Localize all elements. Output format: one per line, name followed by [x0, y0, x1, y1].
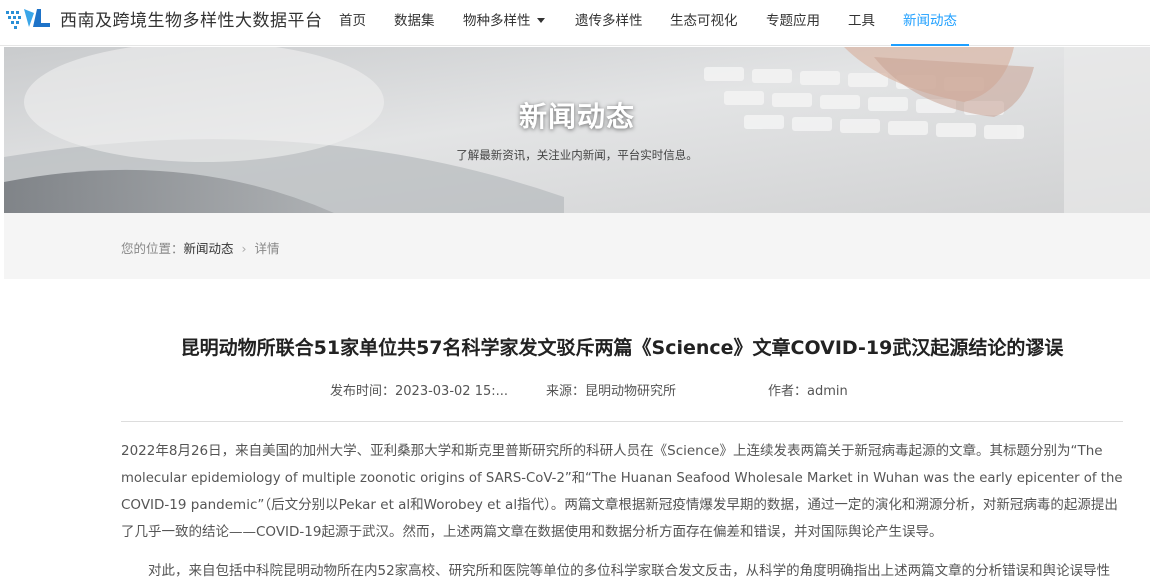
- article-divider: [121, 421, 1123, 422]
- nav-datasets[interactable]: 数据集: [394, 0, 435, 46]
- breadcrumb-bar: 您的位置：新闻动态 › 详情: [4, 213, 1150, 279]
- article-author: 作者：admin: [768, 380, 848, 399]
- nav-tools[interactable]: 工具: [848, 0, 875, 46]
- nav-species-diversity[interactable]: 物种多样性: [463, 0, 545, 46]
- paragraph-line: molecular epidemiology of multiple zoono…: [121, 471, 1123, 486]
- paragraph-line: 了几乎一致的结论——COVID-19起源于武汉。然而，上述两篇文章在数据使用和数…: [121, 524, 943, 540]
- platform-logo-icon[interactable]: [4, 5, 52, 31]
- top-navbar: 西南及跨境生物多样性大数据平台 首页 数据集 物种多样性 遗传多样性 生态可视化…: [0, 0, 1150, 46]
- paragraph-line: 对此，来自包括中科院昆明动物所在内52家高校、研究所和医院等单位的多位科学家联合…: [148, 563, 1111, 579]
- author-label: 作者：: [768, 384, 808, 399]
- article-paragraph: 2022年8月26日，来自美国的加州大学、亚利桑那大学和斯克里普斯研究所的科研人…: [121, 438, 1123, 546]
- publish-time-value: 2023-03-02 15:...: [395, 384, 509, 399]
- nav-species-diversity-label: 物种多样性: [463, 13, 531, 29]
- nav-genetic-diversity[interactable]: 遗传多样性: [575, 0, 643, 46]
- nav-eco-visualization[interactable]: 生态可视化: [670, 0, 738, 46]
- news-banner: 新闻动态 了解最新资讯，关注业内新闻，平台实时信息。: [4, 47, 1150, 213]
- caret-down-icon: [536, 18, 545, 23]
- breadcrumb-prefix: 您的位置：: [121, 241, 184, 256]
- publish-time-label: 发布时间：: [330, 384, 396, 399]
- nav-home[interactable]: 首页: [339, 0, 366, 46]
- site-title[interactable]: 西南及跨境生物多样性大数据平台: [60, 6, 323, 31]
- paragraph-line: COVID-19 pandemic”（后文分别以Pekar et al和Woro…: [121, 497, 1118, 513]
- breadcrumb-current: 详情: [254, 241, 280, 256]
- paragraph-line: 2022年8月26日，来自美国的加州大学、亚利桑那大学和斯克里普斯研究所的科研人…: [121, 443, 1103, 459]
- article-title: 昆明动物所联合51家单位共57名科学家发文驳斥两篇《Science》文章COVI…: [180, 337, 1064, 359]
- breadcrumb: 您的位置：新闻动态 › 详情: [121, 238, 280, 257]
- banner-title: 新闻动态: [518, 100, 635, 133]
- breadcrumb-news-link[interactable]: 新闻动态: [184, 241, 234, 256]
- author-value: admin: [807, 384, 848, 399]
- nav-news[interactable]: 新闻动态: [891, 0, 969, 46]
- source-value: 昆明动物研究所: [585, 384, 677, 399]
- article-source: 来源：昆明动物研究所: [546, 380, 676, 399]
- source-label: 来源：: [546, 384, 586, 399]
- banner-subtitle: 了解最新资讯，关注业内新闻，平台实时信息。: [456, 148, 698, 162]
- chevron-right-icon: ›: [241, 241, 247, 256]
- article-paragraph: 对此，来自包括中科院昆明动物所在内52家高校、研究所和医院等单位的多位科学家联合…: [148, 558, 1123, 585]
- publish-time: 发布时间：2023-03-02 15:...: [330, 380, 508, 399]
- nav-topic-apps[interactable]: 专题应用: [766, 0, 820, 46]
